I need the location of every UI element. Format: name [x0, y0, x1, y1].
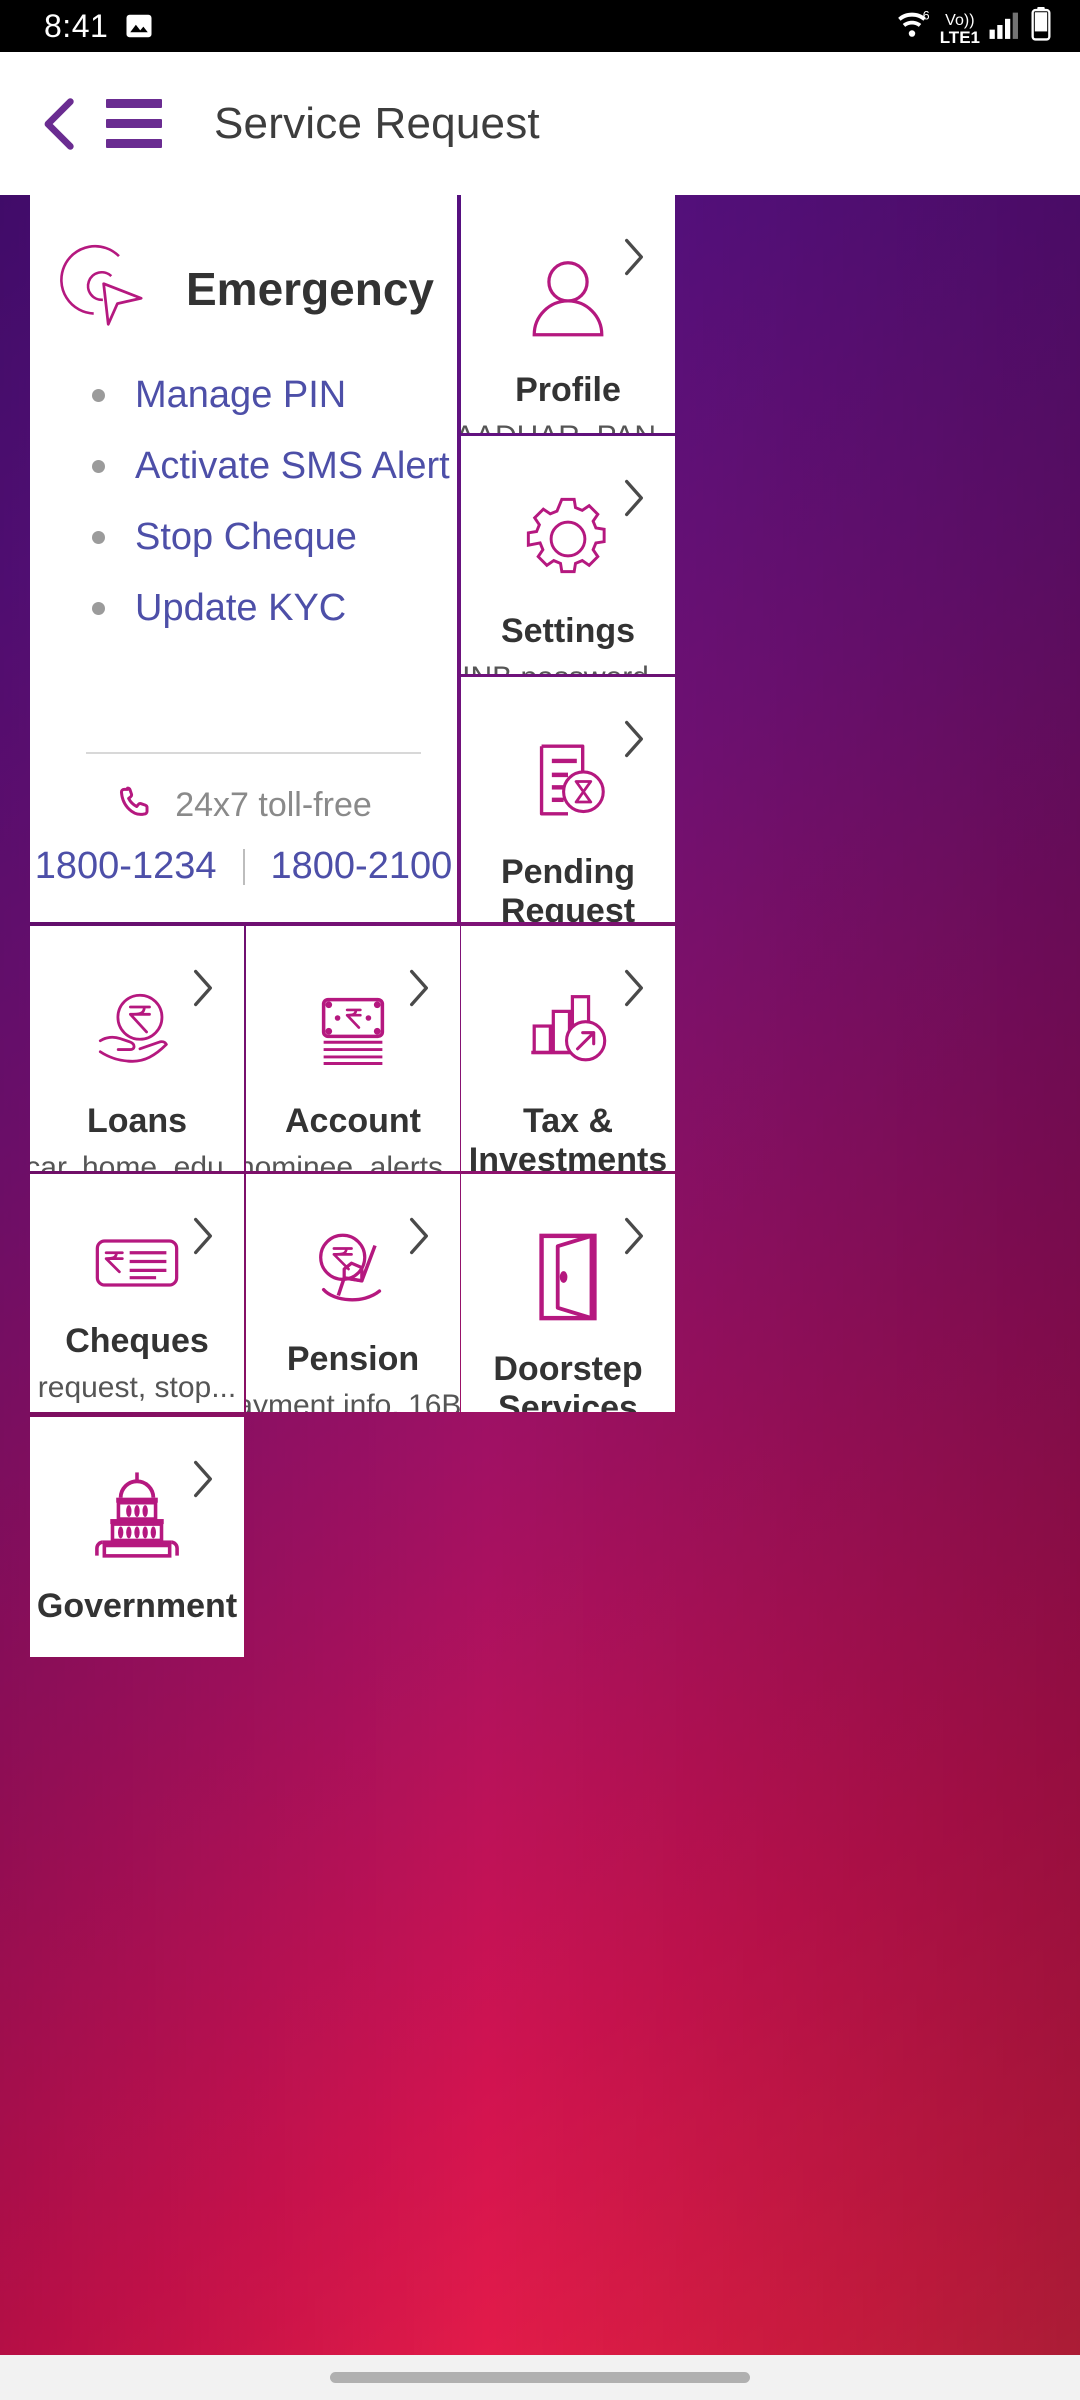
emergency-link-item[interactable]: Activate SMS Alert — [92, 445, 457, 488]
tile-title: Loans — [86, 1102, 188, 1140]
emergency-link-label: Manage PIN — [135, 374, 347, 416]
bullet-icon — [92, 460, 105, 473]
emergency-card[interactable]: Emergency Manage PIN Activate SMS Alert … — [30, 195, 457, 922]
bullet-icon — [92, 602, 105, 615]
emergency-link-label: Stop Cheque — [135, 516, 357, 558]
tile-title: Doorstep Services — [493, 1350, 643, 1412]
tile-pending-request[interactable]: Pending Request — [461, 677, 675, 922]
chevron-right-icon — [619, 476, 649, 525]
bullet-icon — [92, 389, 105, 402]
status-bar-clock: 8:41 — [44, 7, 109, 44]
tile-title: Profile — [515, 371, 621, 409]
chevron-right-icon — [188, 1457, 218, 1506]
hand-rupee-coin-icon — [90, 982, 184, 1076]
chevron-right-icon — [404, 1214, 434, 1263]
cursor-target-icon — [60, 237, 158, 340]
tile-subtitle: nominee, alerts... — [246, 1151, 460, 1171]
tile-title: Government — [36, 1587, 238, 1625]
government-building-icon — [88, 1467, 186, 1561]
hamburger-bar — [106, 119, 162, 128]
hamburger-bar — [106, 139, 162, 148]
tile-doorstep-services[interactable]: Doorstep Services Cash Pickup, Ch... — [461, 1174, 675, 1412]
tile-pension[interactable]: Pension payment info, 16B... — [246, 1174, 460, 1412]
chevron-right-icon — [188, 1214, 218, 1263]
tile-cheques[interactable]: Cheques request, stop... — [30, 1174, 244, 1412]
bar-chart-arrow-icon — [521, 982, 615, 1076]
tile-subtitle: AADHAR, PAN... — [461, 420, 675, 433]
page-title: Service Request — [214, 98, 540, 148]
back-chevron-icon[interactable] — [30, 93, 92, 155]
wifi-6-icon: 6 — [892, 7, 932, 46]
tile-title: Pension — [286, 1340, 420, 1378]
emergency-link-label: Update KYC — [135, 587, 347, 629]
toll-free-numbers: 1800-1234 1800-2100 — [30, 845, 457, 888]
number-separator — [242, 848, 245, 885]
tile-subtitle: INB password... — [461, 661, 675, 674]
toll-free-row: 24x7 toll-free — [30, 782, 457, 829]
tile-subtitle: car, home, edu... — [30, 1151, 244, 1171]
signal-bars-icon — [988, 9, 1022, 46]
emergency-header: Emergency — [60, 237, 457, 340]
app-bar: Service Request — [0, 52, 1080, 195]
status-bar: 8:41 6 Vo)) LTE1 — [0, 0, 1080, 52]
tile-loans[interactable]: Loans car, home, edu... — [30, 926, 244, 1171]
open-door-icon — [532, 1230, 604, 1324]
toll-free-number[interactable]: 1800-1234 — [35, 845, 217, 888]
toll-free-number[interactable]: 1800-2100 — [271, 845, 453, 888]
emergency-link-item[interactable]: Manage PIN — [92, 374, 457, 417]
tile-tax-investments[interactable]: Tax & Investments TDS, 15G/H... — [461, 926, 675, 1171]
rocking-chair-rupee-icon — [306, 1230, 400, 1314]
gear-icon — [521, 492, 615, 586]
emergency-title: Emergency — [186, 262, 435, 315]
home-gesture-pill[interactable] — [330, 2372, 750, 2383]
battery-icon — [1030, 6, 1052, 46]
hamburger-bar — [106, 99, 162, 108]
bullet-icon — [92, 531, 105, 544]
tile-government[interactable]: Government — [30, 1417, 244, 1657]
emergency-link-item[interactable]: Update KYC — [92, 587, 457, 630]
svg-text:6: 6 — [922, 8, 929, 22]
document-hourglass-icon — [521, 733, 615, 827]
phone-icon — [115, 782, 157, 829]
emergency-link-item[interactable]: Stop Cheque — [92, 516, 457, 559]
hamburger-menu-icon[interactable] — [106, 89, 176, 159]
tile-title: Pending Request — [500, 853, 636, 922]
chevron-right-icon — [188, 966, 218, 1015]
tile-subtitle: request, stop... — [37, 1371, 237, 1405]
banknote-rupee-icon — [306, 982, 400, 1076]
tile-settings[interactable]: Settings INB password... — [461, 436, 675, 674]
navigation-gesture-bar — [0, 2355, 1080, 2400]
divider — [86, 752, 421, 754]
tile-title: Account — [285, 1102, 421, 1140]
tile-account[interactable]: Account nominee, alerts... — [246, 926, 460, 1171]
tile-title: Settings — [500, 612, 636, 650]
chevron-right-icon — [404, 966, 434, 1015]
chevron-right-icon — [619, 235, 649, 284]
toll-free-label: 24x7 toll-free — [175, 786, 372, 824]
tile-title: Tax & Investments — [468, 1102, 668, 1171]
cheque-rupee-icon — [90, 1230, 184, 1296]
volte-label-bottom: LTE1 — [939, 27, 980, 47]
tile-subtitle: payment info, 16B... — [246, 1389, 460, 1412]
user-person-icon — [521, 251, 615, 345]
status-bar-indicators: 6 Vo)) LTE1 — [892, 6, 1052, 47]
service-grid: Emergency Manage PIN Activate SMS Alert … — [0, 195, 1080, 2355]
chevron-right-icon — [619, 717, 649, 766]
emergency-link-label: Activate SMS Alert — [135, 445, 450, 487]
phone-screen: 8:41 6 Vo)) LTE1 Service Request Emergen… — [0, 0, 1080, 2400]
emergency-footer: 24x7 toll-free 1800-1234 1800-2100 — [30, 752, 457, 922]
tile-profile[interactable]: Profile AADHAR, PAN... — [461, 195, 675, 433]
image-icon — [124, 11, 154, 41]
chevron-right-icon — [619, 1214, 649, 1263]
volte-label-top: Vo)) — [945, 11, 975, 29]
tile-title: Cheques — [65, 1322, 209, 1360]
emergency-link-list: Manage PIN Activate SMS Alert Stop Chequ… — [30, 374, 457, 658]
volte-indicator: Vo)) LTE1 — [939, 11, 980, 47]
chevron-right-icon — [619, 966, 649, 1015]
